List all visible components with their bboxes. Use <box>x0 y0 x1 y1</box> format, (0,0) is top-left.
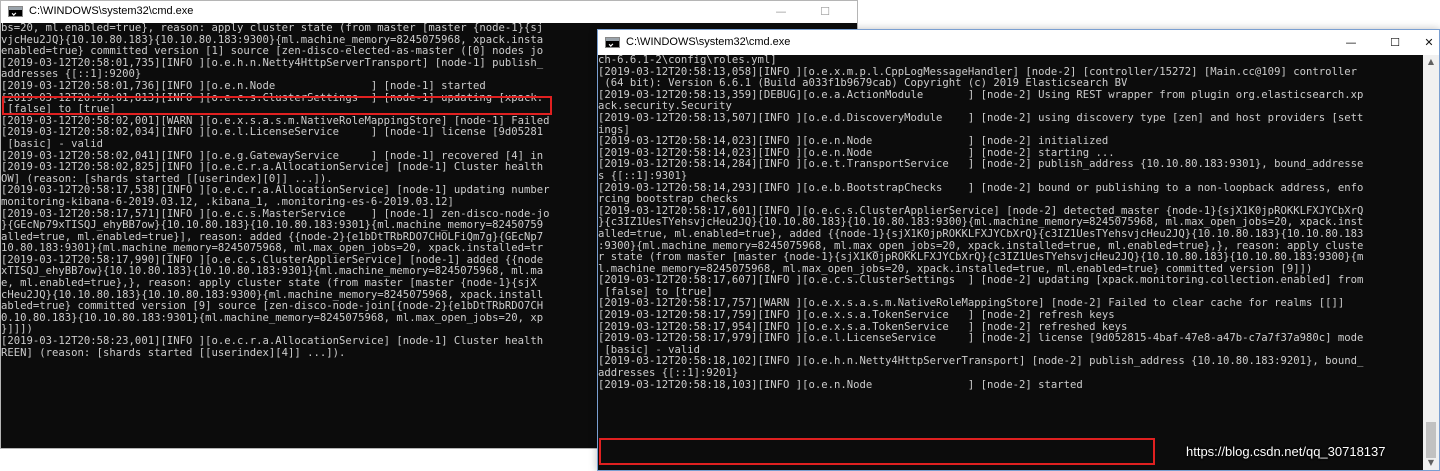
console-output[interactable]: ch-6.6.1-2\config\roles.yml] [2019-03-12T… <box>598 55 1423 470</box>
minimize-button[interactable]: — <box>759 1 803 23</box>
vertical-scrollbar[interactable]: ▲ ▼ <box>1423 55 1439 470</box>
console-line: [2019-03-12T20:58:17,979][INFO ][o.e.l.L… <box>598 332 1364 345</box>
console-line: [2019-03-12T20:58:18,103][INFO ][o.e.n.N… <box>598 378 1083 391</box>
title-bar[interactable]: C:\WINDOWS\system32\cmd.exe — ☐ ✕ <box>598 30 1439 55</box>
console-line: [2019-03-12T20:58:17,759][INFO ][o.e.x.s… <box>598 309 1115 322</box>
console-line: addresses {[::1]:9201} <box>598 367 739 380</box>
cmd-app-icon <box>605 37 620 48</box>
close-button[interactable]: ✕ <box>1414 30 1439 55</box>
title-bar[interactable]: C:\WINDOWS\system32\cmd.exe — ☐ ✕ <box>1 1 857 23</box>
console-line: s {[::1]:9301} <box>598 169 688 182</box>
watermark-url: https://blog.csdn.net/qq_30718137 <box>1186 444 1386 459</box>
console-line: r state (from master [master {node-1}{sj… <box>598 251 1364 264</box>
minimize-button[interactable]: — <box>1329 30 1373 55</box>
scrollbar-thumb[interactable] <box>1426 422 1436 458</box>
cmd-app-icon <box>8 6 23 17</box>
window-title: C:\WINDOWS\system32\cmd.exe <box>626 36 791 48</box>
maximize-button[interactable]: ☐ <box>1373 30 1417 55</box>
console-line: rcing bootstrap checks <box>598 193 739 206</box>
scroll-up-icon[interactable]: ▲ <box>1423 55 1439 69</box>
maximize-button[interactable]: ☐ <box>803 1 847 23</box>
console-line: [2019-03-12T20:58:14,023][INFO ][o.e.n.N… <box>598 135 1109 148</box>
console-line: [2019-03-12T20:58:13,507][INFO ][o.e.d.D… <box>598 111 1364 124</box>
cmd-window-node-2[interactable]: C:\WINDOWS\system32\cmd.exe — ☐ ✕ ch-6.6… <box>597 29 1440 471</box>
console-line: [2019-03-12T20:58:17,607][INFO ][o.e.c.s… <box>598 274 1364 287</box>
close-button[interactable]: ✕ <box>847 1 857 23</box>
console-line: ch-6.6.1-2\config\roles.yml] <box>598 55 777 66</box>
console-line: alled=true, ml.enabled=true}, added {{no… <box>598 227 1364 240</box>
console-line: [2019-03-12T20:58:14,284][INFO ][o.e.t.T… <box>598 158 1364 171</box>
window-title: C:\WINDOWS\system32\cmd.exe <box>29 5 194 17</box>
scroll-down-icon[interactable]: ▼ <box>1423 456 1439 470</box>
